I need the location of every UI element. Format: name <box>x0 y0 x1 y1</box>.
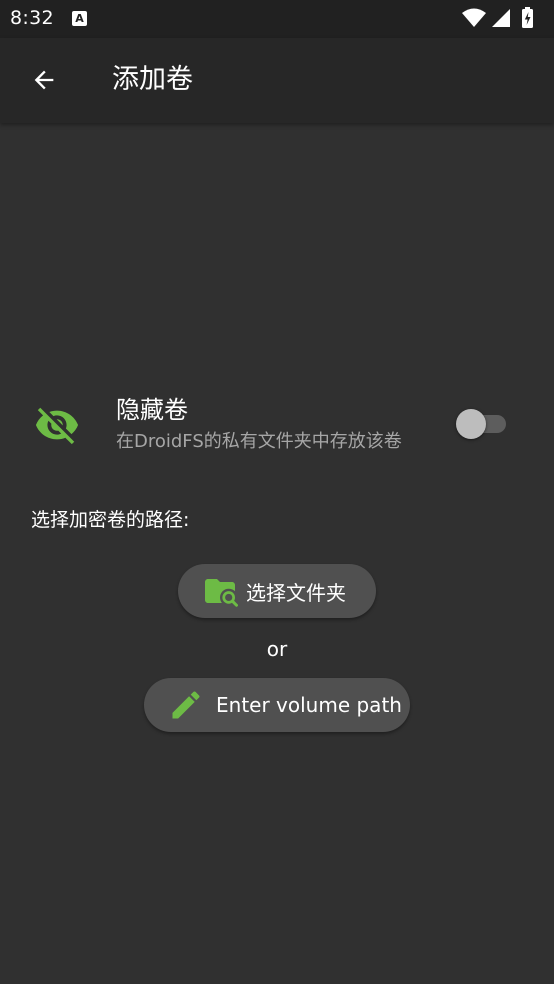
select-folder-label: 选择文件夹 <box>246 580 346 605</box>
hidden-volume-title: 隐藏卷 <box>116 396 188 424</box>
notification-a-glyph: A <box>75 12 84 25</box>
app-bar: 添加卷 <box>0 38 554 123</box>
or-separator: or <box>266 637 288 661</box>
eye-off-icon <box>35 407 79 445</box>
enter-volume-path-button[interactable]: Enter volume path <box>144 678 410 732</box>
battery-icon <box>522 7 533 28</box>
arrow-left-icon <box>34 70 54 90</box>
folder-search-icon <box>205 579 238 607</box>
pencil-icon <box>172 691 200 719</box>
status-time: 8:32 <box>10 7 54 29</box>
enter-volume-path-label: Enter volume path <box>216 693 402 717</box>
hidden-volume-subtitle: 在DroidFS的私有文件夹中存放该卷 <box>116 431 402 452</box>
add-volume-screen: 8:32 A 添加卷 隐藏卷 在DroidFS的私有文件夹中存放该卷 选择加密卷… <box>0 0 554 984</box>
status-system-icons <box>462 7 533 28</box>
status-icons <box>460 6 544 32</box>
back-button[interactable] <box>22 58 66 102</box>
switch-thumb <box>456 409 486 439</box>
page-title: 添加卷 <box>112 64 193 95</box>
hidden-volume-row[interactable]: 隐藏卷 在DroidFS的私有文件夹中存放该卷 <box>0 392 554 464</box>
status-bar: 8:32 A <box>0 0 554 38</box>
path-label: 选择加密卷的路径: <box>31 509 190 531</box>
hidden-volume-switch[interactable] <box>456 409 508 439</box>
signal-icon <box>492 9 510 27</box>
notification-a-icon: A <box>72 11 87 26</box>
select-folder-button[interactable]: 选择文件夹 <box>178 564 376 618</box>
wifi-icon <box>462 8 486 27</box>
